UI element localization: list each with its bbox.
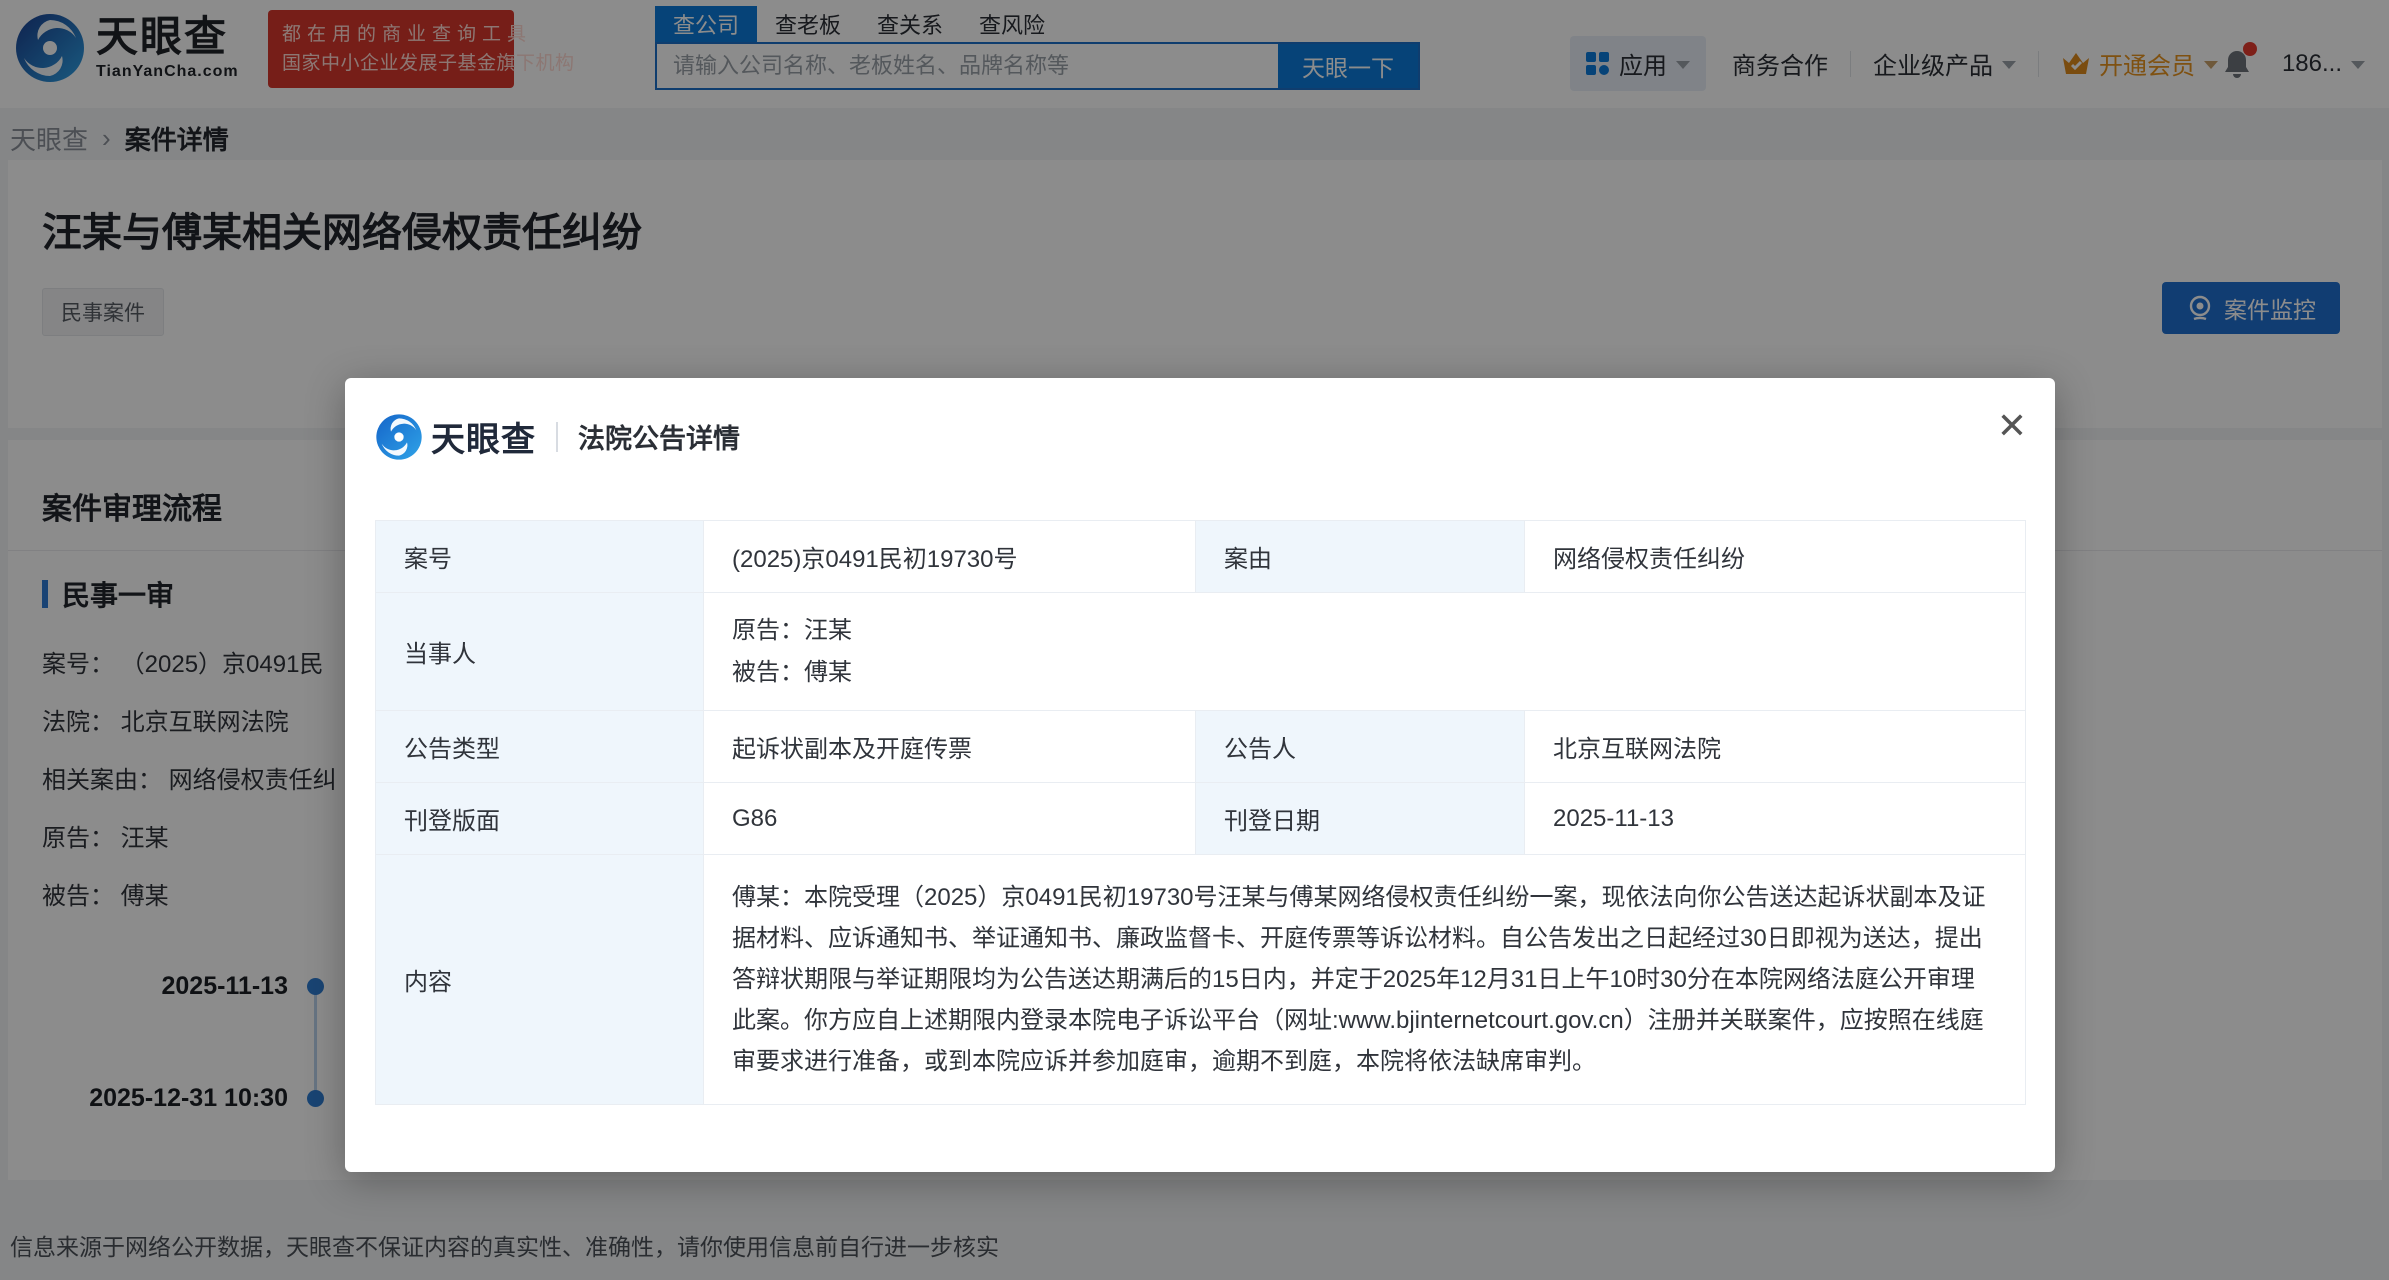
- cell-value-content: 傅某：本院受理（2025）京0491民初19730号汪某与傅某网络侵权责任纠纷一…: [703, 854, 2026, 1105]
- cell-value-publish-date: 2025-11-13: [1524, 782, 2026, 855]
- plaintiff-line: 原告：汪某: [732, 616, 852, 644]
- cell-value-cause: 网络侵权责任纠纷: [1524, 520, 2026, 593]
- modal-header: 天眼查 法院公告详情: [375, 412, 740, 461]
- cell-value-announcement-type: 起诉状副本及开庭传票: [703, 710, 1196, 783]
- modal-title: 法院公告详情: [578, 424, 740, 454]
- announcement-table: 案号 (2025)京0491民初19730号 案由 网络侵权责任纠纷 当事人 原…: [375, 520, 2026, 1105]
- cell-value-announcer: 北京互联网法院: [1524, 710, 2026, 783]
- cell-label-content: 内容: [375, 854, 704, 1105]
- cell-label-case-number: 案号: [375, 520, 704, 593]
- cell-label-publish-date: 刊登日期: [1195, 782, 1525, 855]
- cell-label-cause: 案由: [1195, 520, 1525, 593]
- cell-label-announcement-type: 公告类型: [375, 710, 704, 783]
- modal-brand-name: 天眼查: [431, 421, 536, 459]
- table-row: 当事人 原告：汪某 被告：傅某: [375, 592, 2026, 711]
- cell-value-page: G86: [703, 782, 1196, 855]
- close-icon[interactable]: ✕: [1997, 408, 2027, 444]
- cell-label-page: 刊登版面: [375, 782, 704, 855]
- divider: [556, 421, 558, 452]
- defendant-line: 被告：傅某: [732, 658, 852, 686]
- cell-value-parties: 原告：汪某 被告：傅某: [703, 592, 2026, 711]
- cell-label-parties: 当事人: [375, 592, 704, 711]
- cell-label-announcer: 公告人: [1195, 710, 1525, 783]
- cell-value-case-number: (2025)京0491民初19730号: [703, 520, 1196, 593]
- tianyancha-swirl-icon: [376, 413, 422, 460]
- table-row: 案号 (2025)京0491民初19730号 案由 网络侵权责任纠纷: [375, 520, 2026, 593]
- table-row: 内容 傅某：本院受理（2025）京0491民初19730号汪某与傅某网络侵权责任…: [375, 854, 2026, 1105]
- court-announcement-modal: 天眼查 法院公告详情 ✕ 案号 (2025)京0491民初19730号 案由 网…: [345, 378, 2055, 1172]
- table-row: 刊登版面 G86 刊登日期 2025-11-13: [375, 782, 2026, 855]
- table-row: 公告类型 起诉状副本及开庭传票 公告人 北京互联网法院: [375, 710, 2026, 783]
